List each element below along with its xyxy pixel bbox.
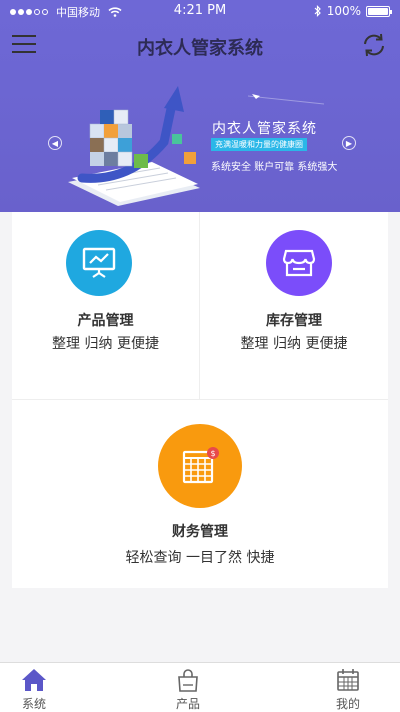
presentation-chart-icon (82, 247, 116, 278)
airplane-icon (247, 94, 325, 105)
product-management-subtitle: 整理 归纳 更便捷 (52, 336, 159, 352)
status-bar: 中国移动 4:21 PM 100% (0, 0, 400, 22)
inventory-management-title: 库存管理 (266, 313, 322, 329)
finance-management-subtitle: 轻松查询 一目了然 快捷 (125, 550, 275, 566)
navbar: 内衣人管家系统 (0, 22, 400, 68)
banner-tag: 充满温暖和力量的健康圈 (211, 138, 307, 151)
product-icon-circle (66, 230, 132, 296)
ledger-icon: $ (182, 447, 219, 484)
refresh-icon[interactable] (360, 32, 388, 58)
bluetooth-icon (314, 5, 321, 17)
svg-text:$: $ (210, 449, 215, 458)
finance-icon-circle: $ (158, 424, 242, 508)
tab-system[interactable]: 系统 (4, 663, 64, 712)
storefront-icon (282, 249, 316, 277)
calendar-icon (337, 669, 359, 691)
product-management-card[interactable]: 产品管理 整理 归纳 更便捷 (12, 212, 200, 400)
tab-product[interactable]: 产品 (158, 663, 218, 712)
battery-icon (366, 5, 392, 17)
shopping-bag-icon (178, 669, 198, 692)
tab-mine-label: 我的 (335, 697, 360, 711)
bottom-tab-bar: 系统 产品 我的 (0, 662, 400, 712)
product-management-title: 产品管理 (77, 313, 134, 329)
tab-mine[interactable]: 我的 (318, 663, 378, 712)
status-right: 100% (314, 4, 392, 18)
promo-banner[interactable]: ◀ ▶ 内衣人管家系统 充满温暖和力量的健康圈 系统安全 账户可靠 系统强大 (0, 68, 400, 212)
tab-product-label: 产品 (175, 697, 200, 711)
tab-system-label: 系统 (21, 697, 46, 711)
module-grid: 产品管理 整理 归纳 更便捷 库存管理 整理 归纳 更便捷 $ 财务管理 轻松查… (12, 212, 388, 588)
banner-title: 内衣人管家系统 (212, 121, 317, 137)
finance-management-title: 财务管理 (172, 524, 228, 540)
inventory-icon-circle (266, 230, 332, 296)
cube-growth-illustration (68, 86, 200, 206)
page-title: 内衣人管家系统 (137, 38, 263, 59)
finance-management-card[interactable]: $ 财务管理 轻松查询 一目了然 快捷 (12, 400, 388, 588)
banner-next-button[interactable]: ▶ (342, 136, 356, 150)
banner-subtitle: 系统安全 账户可靠 系统强大 (211, 162, 338, 173)
app-screen: 中国移动 4:21 PM 100% 内衣人管家系统 ◀ ▶ 内衣人管家系统 充满… (0, 0, 400, 712)
inventory-management-subtitle: 整理 归纳 更便捷 (240, 336, 348, 352)
battery-percent: 100% (326, 4, 361, 18)
inventory-management-card[interactable]: 库存管理 整理 归纳 更便捷 (200, 212, 388, 400)
home-icon (22, 669, 46, 691)
